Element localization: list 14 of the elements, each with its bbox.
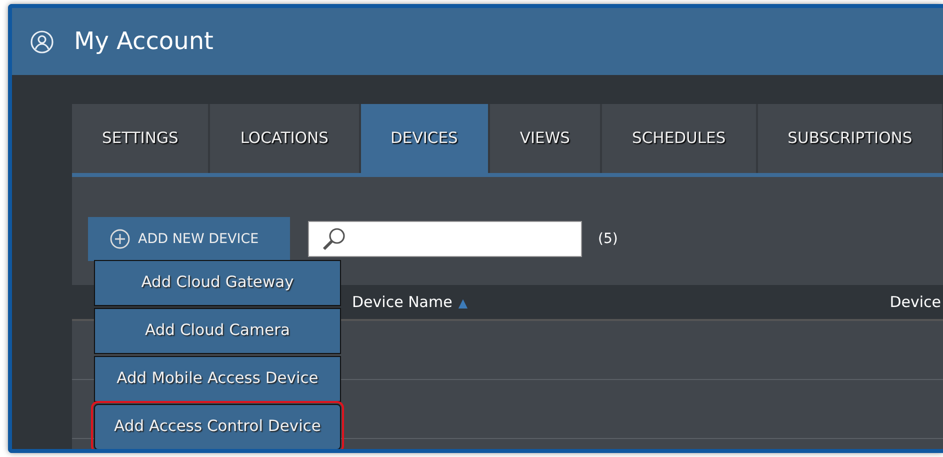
device-count: (5) — [598, 230, 618, 248]
menu-item[interactable]: Add Cloud Camera — [94, 308, 341, 354]
search-field[interactable] — [308, 221, 582, 257]
menu-item[interactable]: Add Access Control Device — [94, 404, 341, 449]
window-title: My Account — [74, 27, 214, 56]
plus-circle-icon — [110, 229, 130, 249]
menu-item[interactable]: Add Mobile Access Device — [94, 356, 341, 402]
user-icon — [30, 30, 54, 54]
menu-item[interactable]: Add Cloud Gateway — [94, 260, 341, 306]
add-new-device-button[interactable]: ADD NEW DEVICE — [88, 217, 290, 261]
search-icon — [321, 226, 347, 252]
column-header[interactable]: Device — [890, 292, 941, 311]
column-header[interactable]: Device Name — [352, 292, 452, 311]
tab[interactable]: DEVICES — [360, 104, 490, 173]
